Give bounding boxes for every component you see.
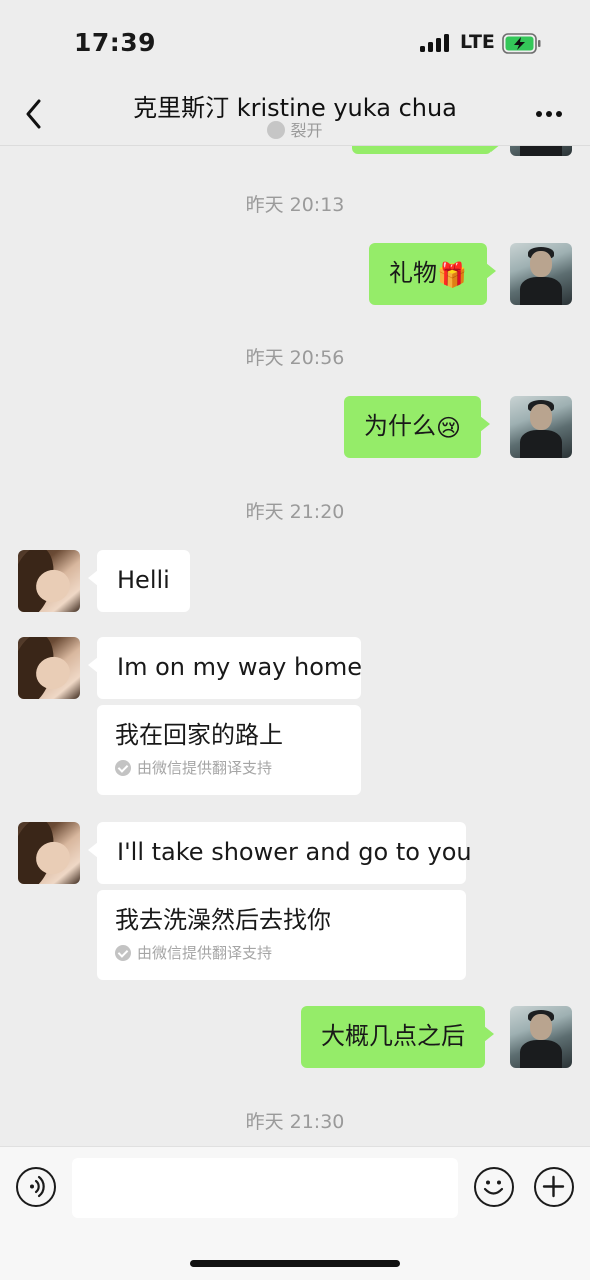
- message-bubble-received[interactable]: I'll take shower and go to you: [88, 822, 472, 884]
- message-text: I'll take shower and go to you: [117, 838, 472, 866]
- more-dots-icon[interactable]: [534, 104, 564, 124]
- battery-icon: [502, 33, 541, 54]
- chat-area[interactable]: 昨天 20:13 礼物🎁 昨天 20:56 为什么😢 昨天 21:20 Hell…: [0, 86, 590, 1146]
- plus-button[interactable]: [534, 1167, 574, 1207]
- check-icon: [115, 760, 131, 776]
- plus-icon: [542, 1175, 565, 1198]
- translation-note: 由微信提供翻译支持: [115, 757, 341, 778]
- message-bubble-sent[interactable]: 为什么😢: [344, 396, 491, 458]
- message-text: 为什么: [364, 412, 436, 440]
- voice-icon: [30, 1175, 45, 1198]
- smiley-icon: [483, 1180, 504, 1195]
- avatar[interactable]: [510, 1006, 572, 1068]
- signal-icon: [420, 34, 450, 52]
- avatar[interactable]: [510, 243, 572, 305]
- message-timestamp: 昨天 20:13: [245, 194, 345, 216]
- message-timestamp: 昨天 20:56: [245, 347, 345, 369]
- emoji-button[interactable]: [474, 1167, 514, 1207]
- status-icon: [267, 121, 286, 139]
- status-time: 17:39: [74, 28, 157, 57]
- home-indicator[interactable]: [190, 1260, 400, 1267]
- network-label: LTE: [460, 31, 495, 53]
- status-bar: 17:39 LTE: [0, 0, 590, 86]
- message-timestamp: 昨天 21:30: [245, 1111, 345, 1133]
- message-bubble-sent[interactable]: 大概几点之后: [301, 1006, 494, 1068]
- voice-button[interactable]: [16, 1167, 56, 1207]
- check-icon: [115, 945, 131, 961]
- avatar[interactable]: [18, 637, 80, 699]
- avatar[interactable]: [510, 396, 572, 458]
- input-bar: [0, 1146, 590, 1280]
- message-text: Helli: [117, 566, 170, 594]
- message-text: 大概几点之后: [321, 1022, 465, 1050]
- translation-text: 我在回家的路上: [115, 721, 283, 749]
- message-text: 礼物: [389, 259, 437, 287]
- translation-box[interactable]: 我去洗澡然后去找你 由微信提供翻译支持: [97, 890, 466, 980]
- avatar[interactable]: [18, 822, 80, 884]
- crying-emoji: 😢: [436, 414, 462, 442]
- message-bubble-received[interactable]: Im on my way home: [88, 637, 363, 699]
- message-text: Im on my way home: [117, 653, 363, 681]
- chat-header: 克里斯汀 kristine yuka chua 裂开: [0, 86, 590, 146]
- translation-text: 我去洗澡然后去找你: [115, 906, 331, 934]
- message-input[interactable]: [72, 1158, 458, 1218]
- message-bubble-sent[interactable]: 礼物🎁: [369, 243, 496, 305]
- translation-box[interactable]: 我在回家的路上 由微信提供翻译支持: [97, 705, 361, 795]
- message-bubble-received[interactable]: Helli: [88, 550, 190, 612]
- avatar[interactable]: [18, 550, 80, 612]
- chat-status: 裂开: [0, 117, 590, 141]
- translation-note: 由微信提供翻译支持: [115, 942, 446, 963]
- message-timestamp: 昨天 21:20: [245, 501, 345, 523]
- gift-emoji: 🎁: [437, 261, 467, 289]
